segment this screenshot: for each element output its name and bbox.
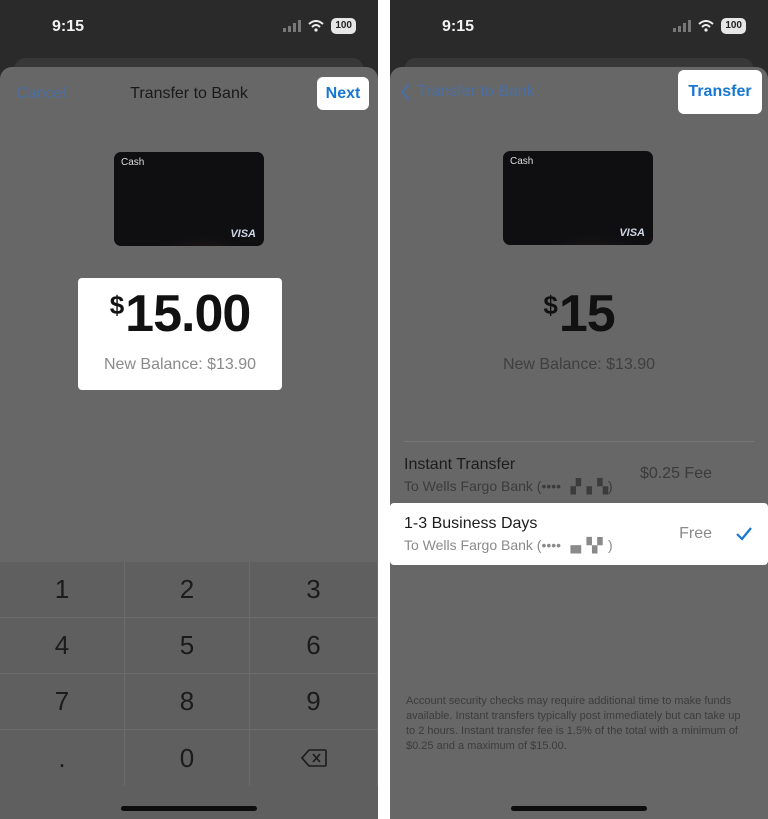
backspace-icon <box>300 749 327 767</box>
option-subtitle: To Wells Fargo Bank (•••• ▗▘▖▚) <box>404 478 613 494</box>
wifi-icon <box>308 20 324 32</box>
key-1[interactable]: 1 <box>0 562 125 618</box>
amount-value: 15 <box>558 285 616 343</box>
currency-symbol: $ <box>109 290 125 320</box>
battery-indicator: 100 <box>331 18 356 34</box>
key-4[interactable]: 4 <box>0 618 125 674</box>
status-icons: 100 <box>283 18 356 34</box>
option-title: Instant Transfer <box>404 456 516 473</box>
amount-value: 15.00 <box>125 285 251 343</box>
right-phone-screen: 9:15 100 Transfer to Bank Transfer Cash … <box>390 0 768 819</box>
key-6[interactable]: 6 <box>250 618 378 674</box>
delete-key[interactable] <box>250 730 378 786</box>
currency-symbol: $ <box>543 290 558 320</box>
apple-cash-card: Cash VISA <box>114 152 264 246</box>
home-indicator <box>511 806 647 811</box>
back-button[interactable]: Transfer to Bank <box>400 83 535 101</box>
key-2[interactable]: 2 <box>125 562 250 618</box>
card-brand-label: Cash <box>510 156 534 167</box>
card-brand-label: Cash <box>121 157 145 168</box>
key-5[interactable]: 5 <box>125 618 250 674</box>
left-phone-screen: 9:15 100 Cancel Transfer to Bank Next Ca… <box>0 0 378 819</box>
visa-logo: VISA <box>230 228 256 240</box>
status-time: 9:15 <box>442 18 475 35</box>
transfer-button[interactable]: Transfer <box>678 70 762 114</box>
transfer-amount: $15 <box>390 284 768 344</box>
key-8[interactable]: 8 <box>125 674 250 730</box>
key-3[interactable]: 3 <box>250 562 378 618</box>
apple-cash-card: Cash VISA <box>503 151 653 245</box>
key-9[interactable]: 9 <box>250 674 378 730</box>
back-button-label: Transfer to Bank <box>417 83 535 100</box>
transfer-amount: $15.00 <box>78 284 282 344</box>
new-balance: New Balance: $13.90 <box>502 356 656 373</box>
next-button[interactable]: Next <box>317 77 369 110</box>
visa-logo: VISA <box>619 227 645 239</box>
battery-indicator: 100 <box>721 18 746 34</box>
home-indicator <box>121 806 257 811</box>
key-decimal[interactable]: . <box>0 730 125 786</box>
status-time: 9:15 <box>52 18 85 35</box>
checkmark-icon <box>736 527 752 541</box>
chevron-left-icon <box>400 83 410 101</box>
new-balance: New Balance: $13.90 <box>103 356 257 373</box>
signal-icon <box>673 20 692 32</box>
wifi-icon <box>698 20 714 32</box>
option-fee: Free <box>679 525 712 542</box>
signal-icon <box>283 20 302 32</box>
transfer-disclaimer: Account security checks may require addi… <box>406 695 741 752</box>
option-subtitle: To Wells Fargo Bank (•••• ▗▖▚▘) <box>404 537 613 553</box>
key-0[interactable]: 0 <box>125 730 250 786</box>
option-fee: $0.25 Fee <box>639 465 712 482</box>
key-7[interactable]: 7 <box>0 674 125 730</box>
status-icons: 100 <box>673 18 746 34</box>
option-divider <box>404 441 754 442</box>
business-days-option[interactable]: 1-3 Business Days To Wells Fargo Bank (•… <box>390 503 768 565</box>
amount-display: $15.00 New Balance: $13.90 <box>78 278 282 390</box>
option-title: 1-3 Business Days <box>404 515 538 532</box>
numeric-keypad: 1 2 3 4 5 6 7 8 9 . 0 <box>0 562 378 819</box>
